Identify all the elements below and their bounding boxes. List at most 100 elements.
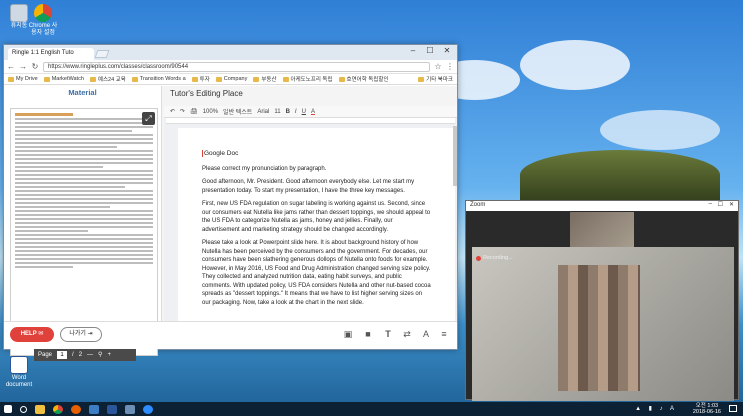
translate-tool-icon[interactable]: ⇄ bbox=[401, 329, 413, 340]
bookmark[interactable]: Company bbox=[215, 76, 247, 82]
material-page[interactable] bbox=[10, 108, 158, 356]
bookmark[interactable]: 투자 bbox=[191, 75, 210, 83]
doc-title-line: Google Doc bbox=[202, 150, 431, 159]
doc-paragraph: Please take a look at Powerpoint slide h… bbox=[202, 240, 431, 306]
windows-start-icon[interactable] bbox=[4, 405, 12, 413]
zoom-title: Zoom bbox=[470, 202, 486, 208]
url-text: https://www.ringleplus.com/classes/class… bbox=[48, 63, 189, 70]
close-button[interactable]: ✕ bbox=[729, 201, 734, 208]
firefox-icon[interactable] bbox=[71, 404, 81, 414]
self-video-thumbnail[interactable] bbox=[570, 212, 634, 250]
material-text-line bbox=[15, 250, 153, 252]
system-tray[interactable]: ▲ ▮ ♪ A bbox=[635, 405, 677, 412]
help-button[interactable]: HELP ✉ bbox=[10, 327, 54, 342]
undo-icon[interactable]: ↶ bbox=[170, 108, 175, 115]
page-separator: / bbox=[72, 351, 74, 358]
material-text-line bbox=[15, 198, 153, 200]
minimize-button[interactable]: – bbox=[709, 201, 712, 207]
style-select[interactable]: 일반 텍스트 bbox=[223, 107, 252, 116]
material-text-line bbox=[15, 238, 153, 240]
maximize-button[interactable]: ☐ bbox=[718, 201, 723, 208]
taskbar: ▲ ▮ ♪ A 오전 1:03 2018-06-16 bbox=[0, 402, 743, 416]
zoom-taskbar-icon[interactable] bbox=[143, 404, 153, 414]
font-select[interactable]: Arial bbox=[257, 109, 269, 115]
material-text-line bbox=[15, 242, 153, 244]
menu-icon[interactable]: ⋮ bbox=[446, 62, 454, 71]
doc-page[interactable]: Google Doc Please correct my pronunciati… bbox=[178, 128, 455, 321]
doc-scrollbar[interactable] bbox=[453, 126, 457, 186]
print-icon[interactable]: 🖨 bbox=[190, 108, 198, 115]
material-text-line bbox=[15, 154, 153, 156]
video-tool-icon[interactable]: ■ bbox=[362, 329, 374, 340]
chrome-taskbar-icon[interactable] bbox=[53, 404, 63, 414]
browser-tab[interactable]: Ringle 1:1 English Tuto bbox=[8, 48, 94, 60]
classroom-bottom-bar: HELP ✉ 나가기 ⇥ ▣ ■ T ⇄ A ≡ bbox=[4, 321, 457, 349]
document-tool-icon[interactable]: ≡ bbox=[438, 329, 450, 340]
help-button-label: HELP bbox=[20, 331, 37, 337]
desktop-icon-chrome[interactable]: Chrome 사용자 설정 bbox=[26, 4, 60, 37]
app-icon[interactable] bbox=[125, 404, 135, 414]
reload-icon[interactable]: ↻ bbox=[31, 62, 39, 71]
minimize-button[interactable]: – bbox=[405, 46, 421, 55]
record-dot-icon bbox=[476, 255, 481, 261]
material-text-line bbox=[15, 170, 153, 172]
image-tool-icon[interactable]: ▣ bbox=[342, 329, 354, 340]
star-icon[interactable]: ☆ bbox=[434, 62, 442, 71]
zoom-in-icon[interactable]: + bbox=[107, 352, 111, 358]
word-icon[interactable] bbox=[107, 404, 117, 414]
bookmark-label: 예스24 교육 bbox=[97, 77, 126, 83]
app-icon[interactable] bbox=[89, 404, 99, 414]
material-text-line bbox=[15, 138, 153, 140]
text-color-icon[interactable]: A bbox=[311, 109, 315, 115]
desktop-icon-word-document[interactable]: Word document bbox=[2, 356, 36, 389]
font-size-select[interactable]: 11 bbox=[274, 109, 280, 115]
text-cursor bbox=[202, 150, 203, 157]
google-doc-editor[interactable]: ↶ ↷ 🖨 100% 일반 텍스트 Arial 11 B I U A Googl… bbox=[164, 106, 457, 321]
close-button[interactable]: ✕ bbox=[439, 46, 455, 55]
zoom-window: Zoom – ☐ ✕ Recording... bbox=[465, 200, 739, 401]
forward-icon[interactable]: → bbox=[19, 62, 27, 71]
material-text-line bbox=[15, 218, 153, 220]
material-text-line bbox=[15, 266, 74, 268]
doc-paragraph: Good afternoon, Mr. President. Good afte… bbox=[202, 179, 415, 194]
material-text-line bbox=[15, 126, 153, 128]
page-input[interactable] bbox=[57, 350, 68, 359]
underline-icon[interactable]: U bbox=[302, 109, 306, 115]
bookmark[interactable]: My Drive bbox=[8, 76, 38, 82]
font-tool-icon[interactable]: A bbox=[420, 329, 432, 340]
bookmark[interactable]: 아케도노프리 독립 bbox=[282, 75, 333, 83]
exit-button[interactable]: 나가기 ⇥ bbox=[60, 327, 102, 342]
zoom-search-icon[interactable]: ⚲ bbox=[98, 351, 102, 358]
material-text-line bbox=[15, 210, 153, 212]
material-text-line bbox=[15, 134, 153, 136]
tab-title: Ringle 1:1 English Tuto bbox=[12, 50, 74, 56]
bookmark[interactable]: 호연어학 독립할인 bbox=[338, 75, 389, 83]
material-text-line bbox=[15, 202, 153, 204]
taskbar-clock[interactable]: 오전 1:03 2018-06-16 bbox=[693, 403, 721, 415]
bookmark-label: 호연어학 독립할인 bbox=[346, 77, 389, 83]
zoom-select[interactable]: 100% bbox=[203, 109, 218, 115]
bold-icon[interactable]: B bbox=[286, 109, 290, 115]
chrome-icon bbox=[34, 4, 52, 22]
bookmark[interactable]: 부동산 bbox=[253, 75, 277, 83]
folder-icon bbox=[282, 76, 289, 82]
notification-icon[interactable] bbox=[729, 405, 737, 412]
maximize-button[interactable]: ☐ bbox=[422, 46, 438, 55]
pixelated-participant bbox=[558, 265, 640, 391]
file-explorer-icon[interactable] bbox=[35, 404, 45, 414]
search-icon[interactable] bbox=[20, 405, 27, 413]
url-input[interactable]: https://www.ringleplus.com/classes/class… bbox=[43, 61, 430, 72]
back-icon[interactable]: ← bbox=[7, 62, 15, 71]
desktop-icon-label: Word document bbox=[5, 375, 33, 388]
expand-icon[interactable]: ⤢ bbox=[142, 112, 155, 125]
text-tool-icon[interactable]: T bbox=[382, 329, 394, 340]
zoom-out-icon[interactable]: — bbox=[87, 352, 93, 358]
bookmark-other[interactable]: 기타 북마크 bbox=[418, 75, 453, 83]
bookmark[interactable]: 예스24 교육 bbox=[89, 75, 126, 83]
bookmark[interactable]: MarketWatch bbox=[43, 76, 84, 82]
doc-paragraph: Please correct my pronunciation by parag… bbox=[202, 165, 327, 172]
redo-icon[interactable]: ↷ bbox=[180, 108, 185, 115]
italic-icon[interactable]: I bbox=[295, 109, 297, 115]
bookmark[interactable]: Transition Words a bbox=[131, 76, 186, 82]
new-tab-button[interactable] bbox=[94, 50, 110, 58]
